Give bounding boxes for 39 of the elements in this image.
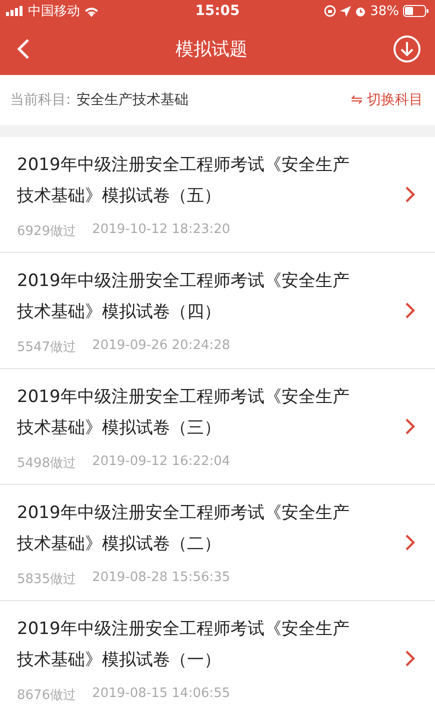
attempt-count: 8676做过 <box>17 686 76 704</box>
paper-item[interactable]: 2019年中级注册安全工程师考试《安全生产技术基础》模拟试卷（五） 6929做过 2019-10-12 18:23:20 <box>0 137 435 253</box>
paper-date: 2019-09-26 20:24:28 <box>92 338 230 354</box>
paper-date: 2019-08-28 15:56:35 <box>92 570 230 586</box>
chevron-icon <box>405 650 415 667</box>
signal-icon <box>6 6 24 16</box>
chevron-icon <box>405 186 415 203</box>
paper-date: 2019-09-12 16:22:04 <box>92 454 230 470</box>
battery-percent: 38% <box>370 4 399 18</box>
subject-label: 当前科目: <box>10 91 71 109</box>
subject-name: 安全生产技术基础 <box>76 91 190 109</box>
chevron-icon <box>405 418 415 435</box>
paper-date: 2019-08-15 14:06:55 <box>92 686 230 702</box>
alarm-icon <box>355 6 366 16</box>
battery-icon <box>402 5 429 17</box>
wifi-icon <box>84 6 99 16</box>
chevron-icon <box>405 534 415 551</box>
switch-subject-button[interactable]: ⇋ 切换科目 <box>350 91 423 109</box>
chevron-icon <box>405 302 415 319</box>
attempt-count: 5547做过 <box>17 338 76 356</box>
attempt-count: 5835做过 <box>17 570 76 588</box>
download-button[interactable] <box>391 32 423 64</box>
page-title: 模拟试题 <box>176 38 248 60</box>
paper-item[interactable]: 2019年中级注册安全工程师考试《安全生产技术基础》模拟试卷（二） 5835做过 2019-08-28 15:56:35 <box>0 485 435 601</box>
paper-item[interactable]: 2019年中级注册安全工程师考试《安全生产技术基础》模拟试卷（三） 5498做过 2019-09-12 16:22:04 <box>0 369 435 485</box>
carrier-name: 中国移动 <box>28 3 80 20</box>
status-time: 15:05 <box>195 3 240 19</box>
paper-title: 2019年中级注册安全工程师考试《安全生产技术基础》模拟试卷（四） <box>17 270 350 324</box>
paper-date: 2019-10-12 18:23:20 <box>92 222 230 238</box>
paper-title: 2019年中级注册安全工程师考试《安全生产技术基础》模拟试卷（二） <box>17 502 350 556</box>
paper-title: 2019年中级注册安全工程师考试《安全生产技术基础》模拟试卷（一） <box>17 618 350 672</box>
paper-item[interactable]: 2019年中级注册安全工程师考试《安全生产技术基础》模拟试卷（一） 8676做过 2019-08-15 14:06:55 <box>0 601 435 716</box>
location-icon <box>340 6 352 16</box>
attempt-count: 6929做过 <box>17 222 76 240</box>
paper-title: 2019年中级注册安全工程师考试《安全生产技术基础》模拟试卷（五） <box>17 154 350 208</box>
rotation-lock-icon <box>324 5 336 17</box>
paper-title: 2019年中级注册安全工程师考试《安全生产技术基础》模拟试卷（三） <box>17 386 350 440</box>
attempt-count: 5498做过 <box>17 454 76 472</box>
paper-item[interactable]: 2019年中级注册安全工程师考试《安全生产技术基础》模拟试卷（四） 5547做过 2019-09-26 20:24:28 <box>0 253 435 369</box>
